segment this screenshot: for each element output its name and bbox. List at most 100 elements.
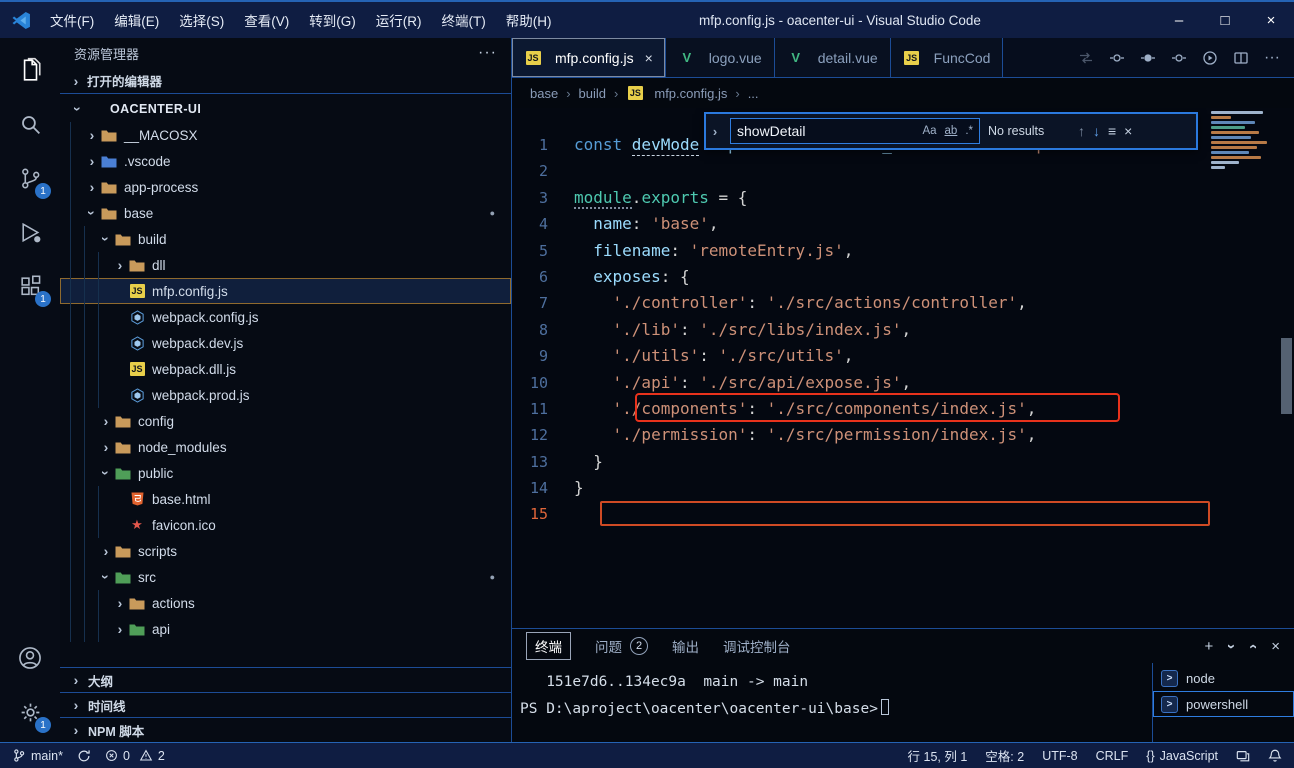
maximize-button[interactable]: □ xyxy=(1202,2,1248,38)
code-line-13[interactable]: 13 } xyxy=(512,449,1294,475)
code-line-14[interactable]: 14} xyxy=(512,475,1294,501)
tree-item-node_modules[interactable]: ›node_modules xyxy=(60,434,511,460)
editor-tab-FuncCod[interactable]: JSFuncCod xyxy=(891,38,1004,77)
match-case-button[interactable]: Aa xyxy=(922,125,936,137)
menu-item-帮助(H)[interactable]: 帮助(H) xyxy=(496,10,562,30)
find-query-text[interactable]: showDetail xyxy=(737,123,915,139)
menu-item-查看(V)[interactable]: 查看(V) xyxy=(234,10,299,30)
panel-tab-终端[interactable]: 终端 xyxy=(526,632,571,660)
cursor-position[interactable]: 行 15, 列 1 xyxy=(908,746,968,765)
code-line-11[interactable]: 11 './components': './src/components/ind… xyxy=(512,396,1294,422)
editor-scrollbar[interactable] xyxy=(1281,338,1292,414)
section-outline[interactable]: › 大纲 xyxy=(60,667,511,692)
terminal-dropdown-icon[interactable]: › xyxy=(1223,644,1240,649)
tree-item-webpack.dll.js[interactable]: JSwebpack.dll.js xyxy=(60,356,511,382)
panel-tab-输出[interactable]: 输出 xyxy=(672,636,699,656)
code-line-4[interactable]: 4 name: 'base', xyxy=(512,211,1294,237)
code-line-2[interactable]: 2 xyxy=(512,158,1294,184)
editor-tab-mfp.config.js[interactable]: JSmfp.config.js× xyxy=(512,38,666,77)
code-line-9[interactable]: 9 './utils': './src/utils', xyxy=(512,343,1294,369)
split-editor-icon[interactable] xyxy=(1233,50,1249,66)
sidebar-more-actions-icon[interactable]: ··· xyxy=(478,44,497,62)
breadcrumb-item-...[interactable]: ... xyxy=(748,86,759,101)
code-line-6[interactable]: 6 exposes: { xyxy=(512,264,1294,290)
breadcrumb-item-mfp.config.js[interactable]: JSmfp.config.js xyxy=(626,86,727,101)
terminal-process-powershell[interactable]: > powershell xyxy=(1153,691,1294,717)
open-changes-icon[interactable] xyxy=(1078,50,1094,66)
circle-dash-icon-1[interactable] xyxy=(1109,50,1125,66)
panel-tab-问题[interactable]: 问题2 xyxy=(595,636,648,656)
next-match-icon[interactable]: ↓ xyxy=(1093,123,1100,139)
remote-icon[interactable] xyxy=(1236,749,1250,763)
eol-status[interactable]: CRLF xyxy=(1096,749,1129,763)
menu-item-转到(G)[interactable]: 转到(G) xyxy=(299,10,366,30)
tree-item-favicon.ico[interactable]: ★favicon.ico xyxy=(60,512,511,538)
section-timeline[interactable]: › 时间线 xyxy=(60,692,511,717)
close-button[interactable]: × xyxy=(1248,2,1294,38)
tree-item-__MACOSX[interactable]: ›__MACOSX xyxy=(60,122,511,148)
close-find-icon[interactable]: × xyxy=(1124,123,1132,139)
toggle-replace-icon[interactable]: › xyxy=(708,124,722,139)
menu-item-文件(F)[interactable]: 文件(F) xyxy=(40,10,104,30)
sync-icon[interactable] xyxy=(77,749,91,763)
circle-dash-icon-2[interactable] xyxy=(1140,50,1156,66)
menu-item-运行(R)[interactable]: 运行(R) xyxy=(366,10,432,30)
tree-item-src[interactable]: ›src● xyxy=(60,564,511,590)
tree-item-mfp.config.js[interactable]: JSmfp.config.js xyxy=(60,278,511,304)
settings-gear-icon[interactable]: 1 xyxy=(14,696,46,728)
activity-source-control-icon[interactable]: 1 xyxy=(14,162,46,194)
find-in-selection-icon[interactable]: ≡ xyxy=(1108,123,1116,139)
menu-item-选择(S)[interactable]: 选择(S) xyxy=(169,10,234,30)
code-line-10[interactable]: 10 './api': './src/api/expose.js', xyxy=(512,370,1294,396)
section-npm-scripts[interactable]: › NPM 脚本 xyxy=(60,717,511,742)
git-branch-status[interactable]: main* xyxy=(12,748,63,763)
encoding-status[interactable]: UTF-8 xyxy=(1042,749,1077,763)
tree-item-config[interactable]: ›config xyxy=(60,408,511,434)
notifications-bell-icon[interactable] xyxy=(1268,748,1282,763)
tree-item-webpack.config.js[interactable]: webpack.config.js xyxy=(60,304,511,330)
activity-explorer-icon[interactable] xyxy=(14,54,46,86)
tree-item-webpack.dev.js[interactable]: webpack.dev.js xyxy=(60,330,511,356)
tree-item-scripts[interactable]: ›scripts xyxy=(60,538,511,564)
circle-dash-icon-3[interactable] xyxy=(1171,50,1187,66)
tree-item-api[interactable]: ›api xyxy=(60,616,511,642)
tree-item-.vscode[interactable]: ›.vscode xyxy=(60,148,511,174)
regex-button[interactable]: .* xyxy=(965,125,973,137)
tree-item-base[interactable]: ›base● xyxy=(60,200,511,226)
activity-search-icon[interactable] xyxy=(14,108,46,140)
tree-item-OACENTER-UI[interactable]: ›OACENTER-UI xyxy=(60,96,511,122)
tree-item-build[interactable]: ›build xyxy=(60,226,511,252)
code-line-7[interactable]: 7 './controller': './src/actions/control… xyxy=(512,290,1294,316)
code-line-5[interactable]: 5 filename: 'remoteEntry.js', xyxy=(512,238,1294,264)
activity-run-debug-icon[interactable] xyxy=(14,216,46,248)
whole-word-button[interactable]: ab xyxy=(945,125,958,137)
close-panel-icon[interactable]: × xyxy=(1271,638,1280,655)
editor-tab-logo.vue[interactable]: Vlogo.vue xyxy=(666,38,775,77)
account-icon[interactable] xyxy=(14,642,46,674)
minimize-button[interactable]: – xyxy=(1156,2,1202,38)
close-tab-icon[interactable]: × xyxy=(645,50,653,66)
minimap[interactable] xyxy=(1211,111,1281,169)
tree-item-public[interactable]: ›public xyxy=(60,460,511,486)
tree-item-base.html[interactable]: base.html xyxy=(60,486,511,512)
breadcrumb-item-build[interactable]: build xyxy=(579,86,606,101)
tree-item-dll[interactable]: ›dll xyxy=(60,252,511,278)
find-input[interactable]: showDetail Aa ab .* xyxy=(730,118,980,144)
terminal-output[interactable]: 151e7d6..134ec9a main -> main PS D:\apro… xyxy=(512,663,1152,742)
tree-item-actions[interactable]: ›actions xyxy=(60,590,511,616)
breadcrumb-item-base[interactable]: base xyxy=(530,86,558,101)
editor-tab-detail.vue[interactable]: Vdetail.vue xyxy=(775,38,891,77)
run-circle-icon[interactable] xyxy=(1202,50,1218,66)
terminal-process-node[interactable]: > node xyxy=(1153,665,1294,691)
activity-extensions-icon[interactable]: 1 xyxy=(14,270,46,302)
maximize-panel-icon[interactable]: › xyxy=(1244,644,1261,649)
tree-item-app-process[interactable]: ›app-process xyxy=(60,174,511,200)
panel-tab-调试控制台[interactable]: 调试控制台 xyxy=(723,636,791,656)
open-editors-section[interactable]: › 打开的编辑器 xyxy=(60,68,511,94)
menu-item-编辑(E)[interactable]: 编辑(E) xyxy=(104,10,169,30)
editor-viewport[interactable]: 1const devMode = process.env.NODE_ENV ==… xyxy=(512,108,1294,628)
code-line-15[interactable]: 15 xyxy=(512,501,1294,527)
code-line-12[interactable]: 12 './permission': './src/permission/ind… xyxy=(512,422,1294,448)
code-line-3[interactable]: 3module.exports = { xyxy=(512,185,1294,211)
more-actions-icon[interactable]: ··· xyxy=(1264,49,1280,67)
